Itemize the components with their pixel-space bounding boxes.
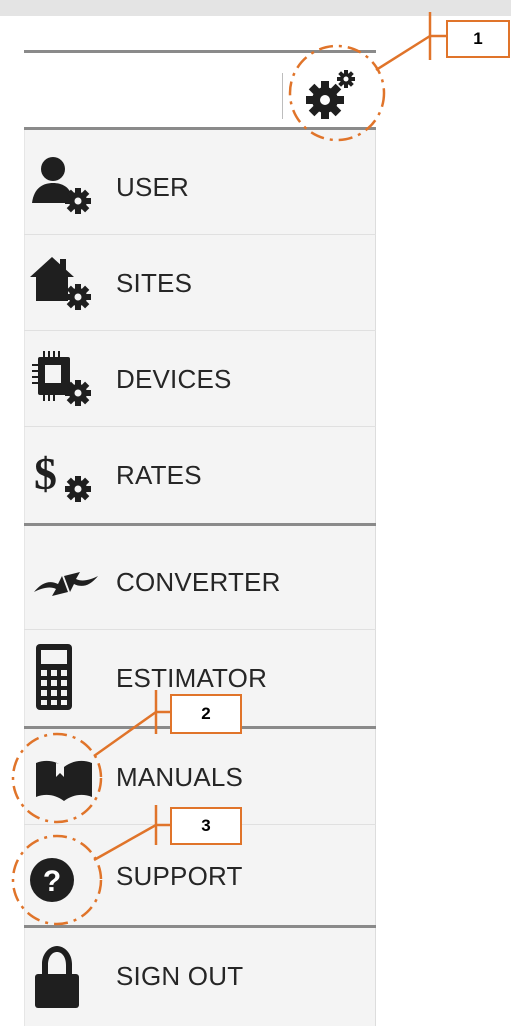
book-icon — [28, 741, 102, 813]
question-icon: ? — [28, 840, 102, 912]
menu-item-label: RATES — [116, 460, 202, 490]
menu-item-rates[interactable]: $ RATES — [24, 427, 376, 523]
calculator-icon — [28, 642, 102, 714]
callout-1-leader — [375, 34, 431, 72]
convert-arrows-icon — [28, 546, 102, 618]
menu-item-sign-out[interactable]: SIGN OUT — [24, 928, 376, 1024]
menu-item-label: SIGN OUT — [116, 961, 244, 991]
gears-icon — [306, 70, 355, 119]
menu-item-label: CONVERTER — [116, 567, 281, 597]
menu-item-label: DEVICES — [116, 364, 232, 394]
callout-1-box: 1 — [446, 20, 510, 58]
menu-item-label: USER — [116, 172, 190, 202]
house-gear-icon — [28, 247, 102, 319]
menu-item-sites[interactable]: SITES — [24, 235, 376, 331]
header-divider — [282, 73, 283, 119]
user-gear-icon — [28, 151, 102, 223]
chip-gear-icon — [28, 343, 102, 415]
menu-item-user[interactable]: USER — [24, 139, 376, 235]
lock-icon — [28, 940, 102, 1012]
menu-item-devices[interactable]: DEVICES — [24, 331, 376, 427]
menu-item-converter[interactable]: CONVERTER — [24, 534, 376, 630]
dollar-gear-icon: $ — [28, 439, 102, 511]
menu-separator — [24, 523, 376, 526]
menu-separator — [24, 127, 376, 130]
settings-button[interactable] — [285, 68, 375, 120]
svg-text:?: ? — [43, 865, 61, 898]
callout-3-box: 3 — [170, 807, 242, 845]
top-bar — [0, 0, 511, 16]
callout-2-box: 2 — [170, 694, 242, 734]
svg-text:$: $ — [34, 448, 57, 499]
menu-item-label: SITES — [116, 268, 193, 298]
